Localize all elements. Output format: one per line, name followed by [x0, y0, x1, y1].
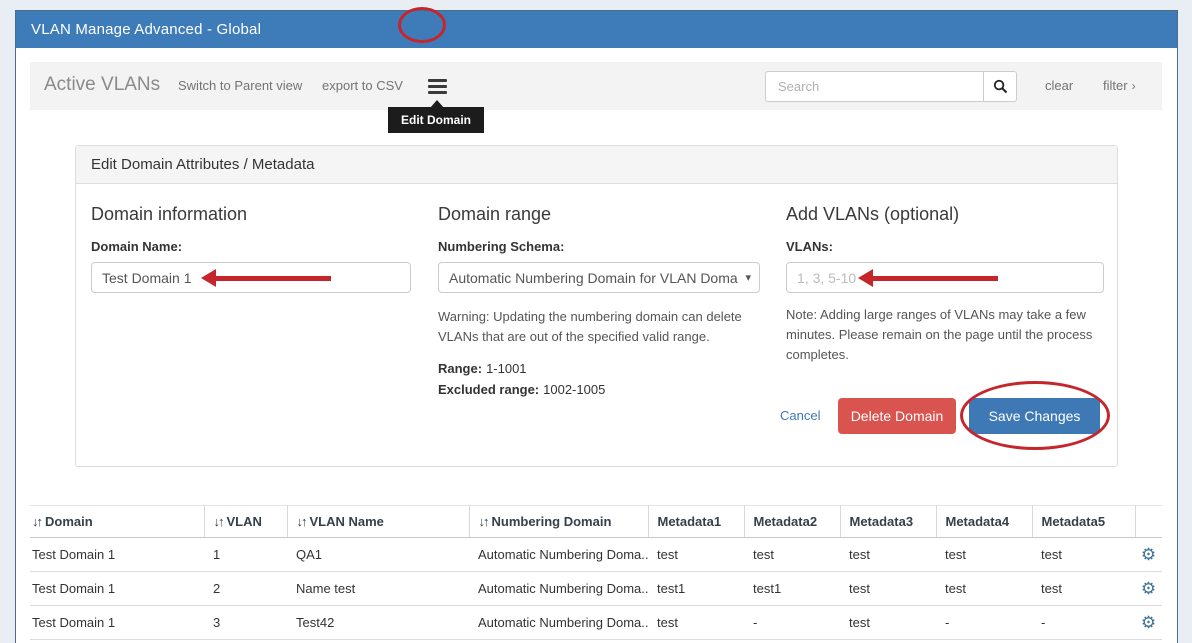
cell-metadata2: -	[744, 606, 840, 640]
gear-icon[interactable]: ⚙	[1141, 614, 1156, 631]
switch-to-parent-view-link[interactable]: Switch to Parent view	[178, 78, 302, 93]
cell-vlan: 3	[204, 606, 287, 640]
export-csv-link[interactable]: export to CSV	[322, 78, 403, 93]
chevron-right-icon: ›	[1132, 79, 1136, 93]
cell-metadata4: -	[936, 606, 1032, 640]
vlans-label: VLANs:	[786, 239, 1104, 254]
domain-information-section: Domain information Domain Name:	[91, 204, 411, 293]
table-row: Test Domain 1 3 Test42 Automatic Numberi…	[30, 606, 1162, 640]
hamburger-icon	[428, 79, 447, 82]
cell-metadata4: test	[936, 538, 1032, 572]
edit-domain-tooltip: Edit Domain	[388, 107, 484, 133]
panel-title: Edit Domain Attributes / Metadata	[76, 146, 1117, 184]
panel-body: Domain information Domain Name: Domain r…	[76, 184, 1117, 467]
vlans-input[interactable]	[786, 262, 1104, 293]
tooltip-arrow	[430, 100, 444, 108]
table-row: Test Domain 1 1 QA1 Automatic Numbering …	[30, 538, 1162, 572]
cancel-link[interactable]: Cancel	[780, 398, 820, 434]
search-input[interactable]	[765, 71, 983, 102]
cell-metadata3: test	[840, 538, 936, 572]
domain-range-section: Domain range Numbering Schema: Automatic…	[438, 204, 760, 400]
cell-metadata5: test	[1032, 538, 1135, 572]
table-row: Test Domain 1 2 Name test Automatic Numb…	[30, 572, 1162, 606]
column-header-actions	[1135, 506, 1162, 538]
vlan-table: ↓↑Domain ↓↑VLAN ↓↑VLAN Name ↓↑Numbering …	[30, 505, 1162, 640]
range-value: 1-1001	[486, 361, 526, 376]
range-line: Range: 1-1001	[438, 360, 760, 378]
cell-metadata2: test1	[744, 572, 840, 606]
excluded-range-line: Excluded range: 1002-1005	[438, 381, 760, 399]
sort-icon: ↓↑	[214, 514, 223, 529]
sort-icon: ↓↑	[479, 514, 488, 529]
cell-metadata4: test	[936, 572, 1032, 606]
cell-metadata3: test	[840, 572, 936, 606]
page-title: VLAN Manage Advanced - Global	[31, 21, 261, 38]
cell-metadata5: -	[1032, 606, 1135, 640]
caret-down-icon: ▾	[745, 271, 751, 284]
domain-information-heading: Domain information	[91, 204, 411, 225]
cell-domain: Test Domain 1	[30, 606, 204, 640]
add-vlans-section: Add VLANs (optional) VLANs: Note: Adding…	[786, 204, 1104, 365]
save-changes-button[interactable]: Save Changes	[969, 398, 1100, 434]
column-header-metadata5[interactable]: Metadata5	[1032, 506, 1135, 538]
cell-metadata5: test	[1032, 572, 1135, 606]
delete-domain-button[interactable]: Delete Domain	[838, 398, 956, 434]
cell-vlan: 1	[204, 538, 287, 572]
active-vlans-heading: Active VLANs	[44, 74, 160, 96]
cell-domain: Test Domain 1	[30, 572, 204, 606]
range-label: Range:	[438, 361, 482, 376]
gear-icon[interactable]: ⚙	[1141, 580, 1156, 597]
domain-name-label: Domain Name:	[91, 239, 411, 254]
edit-domain-menu-button[interactable]	[422, 71, 452, 101]
cell-numbering-domain: Automatic Numbering Doma...	[469, 606, 648, 640]
add-vlans-heading: Add VLANs (optional)	[786, 204, 1104, 225]
toolbar: Active VLANs Switch to Parent view expor…	[30, 62, 1162, 110]
cell-vlan: 2	[204, 572, 287, 606]
sort-icon: ↓↑	[297, 514, 306, 529]
column-header-metadata2[interactable]: Metadata2	[744, 506, 840, 538]
cell-metadata2: test	[744, 538, 840, 572]
domain-range-heading: Domain range	[438, 204, 760, 225]
numbering-schema-select[interactable]: Automatic Numbering Domain for VLAN Doma…	[438, 262, 760, 293]
cell-vlan-name: Name test	[287, 572, 469, 606]
column-header-vlan[interactable]: ↓↑VLAN	[204, 506, 287, 538]
search-button[interactable]	[983, 71, 1017, 102]
cell-metadata1: test	[648, 538, 744, 572]
search-icon	[993, 79, 1008, 94]
numbering-schema-value: Automatic Numbering Domain for VLAN Doma	[449, 270, 743, 286]
gear-icon[interactable]: ⚙	[1141, 546, 1156, 563]
vlans-note-text: Note: Adding large ranges of VLANs may t…	[786, 305, 1104, 365]
column-header-metadata1[interactable]: Metadata1	[648, 506, 744, 538]
cell-vlan-name: QA1	[287, 538, 469, 572]
column-header-vlan-name[interactable]: ↓↑VLAN Name	[287, 506, 469, 538]
hamburger-icon	[428, 85, 447, 88]
cell-metadata1: test	[648, 606, 744, 640]
excluded-range-label: Excluded range:	[438, 382, 539, 397]
cell-metadata1: test1	[648, 572, 744, 606]
column-header-numbering-domain[interactable]: ↓↑Numbering Domain	[469, 506, 648, 538]
numbering-schema-label: Numbering Schema:	[438, 239, 760, 254]
cell-numbering-domain: Automatic Numbering Doma...	[469, 572, 648, 606]
cell-domain: Test Domain 1	[30, 538, 204, 572]
column-header-domain[interactable]: ↓↑Domain	[30, 506, 204, 538]
numbering-warning-text: Warning: Updating the numbering domain c…	[438, 307, 760, 347]
cell-numbering-domain: Automatic Numbering Doma...	[469, 538, 648, 572]
sort-icon: ↓↑	[32, 514, 41, 529]
excluded-range-value: 1002-1005	[543, 382, 605, 397]
edit-domain-panel: Edit Domain Attributes / Metadata Domain…	[75, 145, 1118, 467]
cell-metadata3: test	[840, 606, 936, 640]
column-header-metadata3[interactable]: Metadata3	[840, 506, 936, 538]
hamburger-icon	[428, 91, 447, 94]
page-header: VLAN Manage Advanced - Global	[16, 11, 1177, 48]
cell-vlan-name: Test42	[287, 606, 469, 640]
tooltip-label: Edit Domain	[401, 113, 471, 127]
clear-link[interactable]: clear	[1045, 78, 1073, 93]
domain-name-input[interactable]	[91, 262, 411, 293]
column-header-metadata4[interactable]: Metadata4	[936, 506, 1032, 538]
filter-link[interactable]: filter›	[1103, 78, 1136, 93]
table-header-row: ↓↑Domain ↓↑VLAN ↓↑VLAN Name ↓↑Numbering …	[30, 506, 1162, 538]
